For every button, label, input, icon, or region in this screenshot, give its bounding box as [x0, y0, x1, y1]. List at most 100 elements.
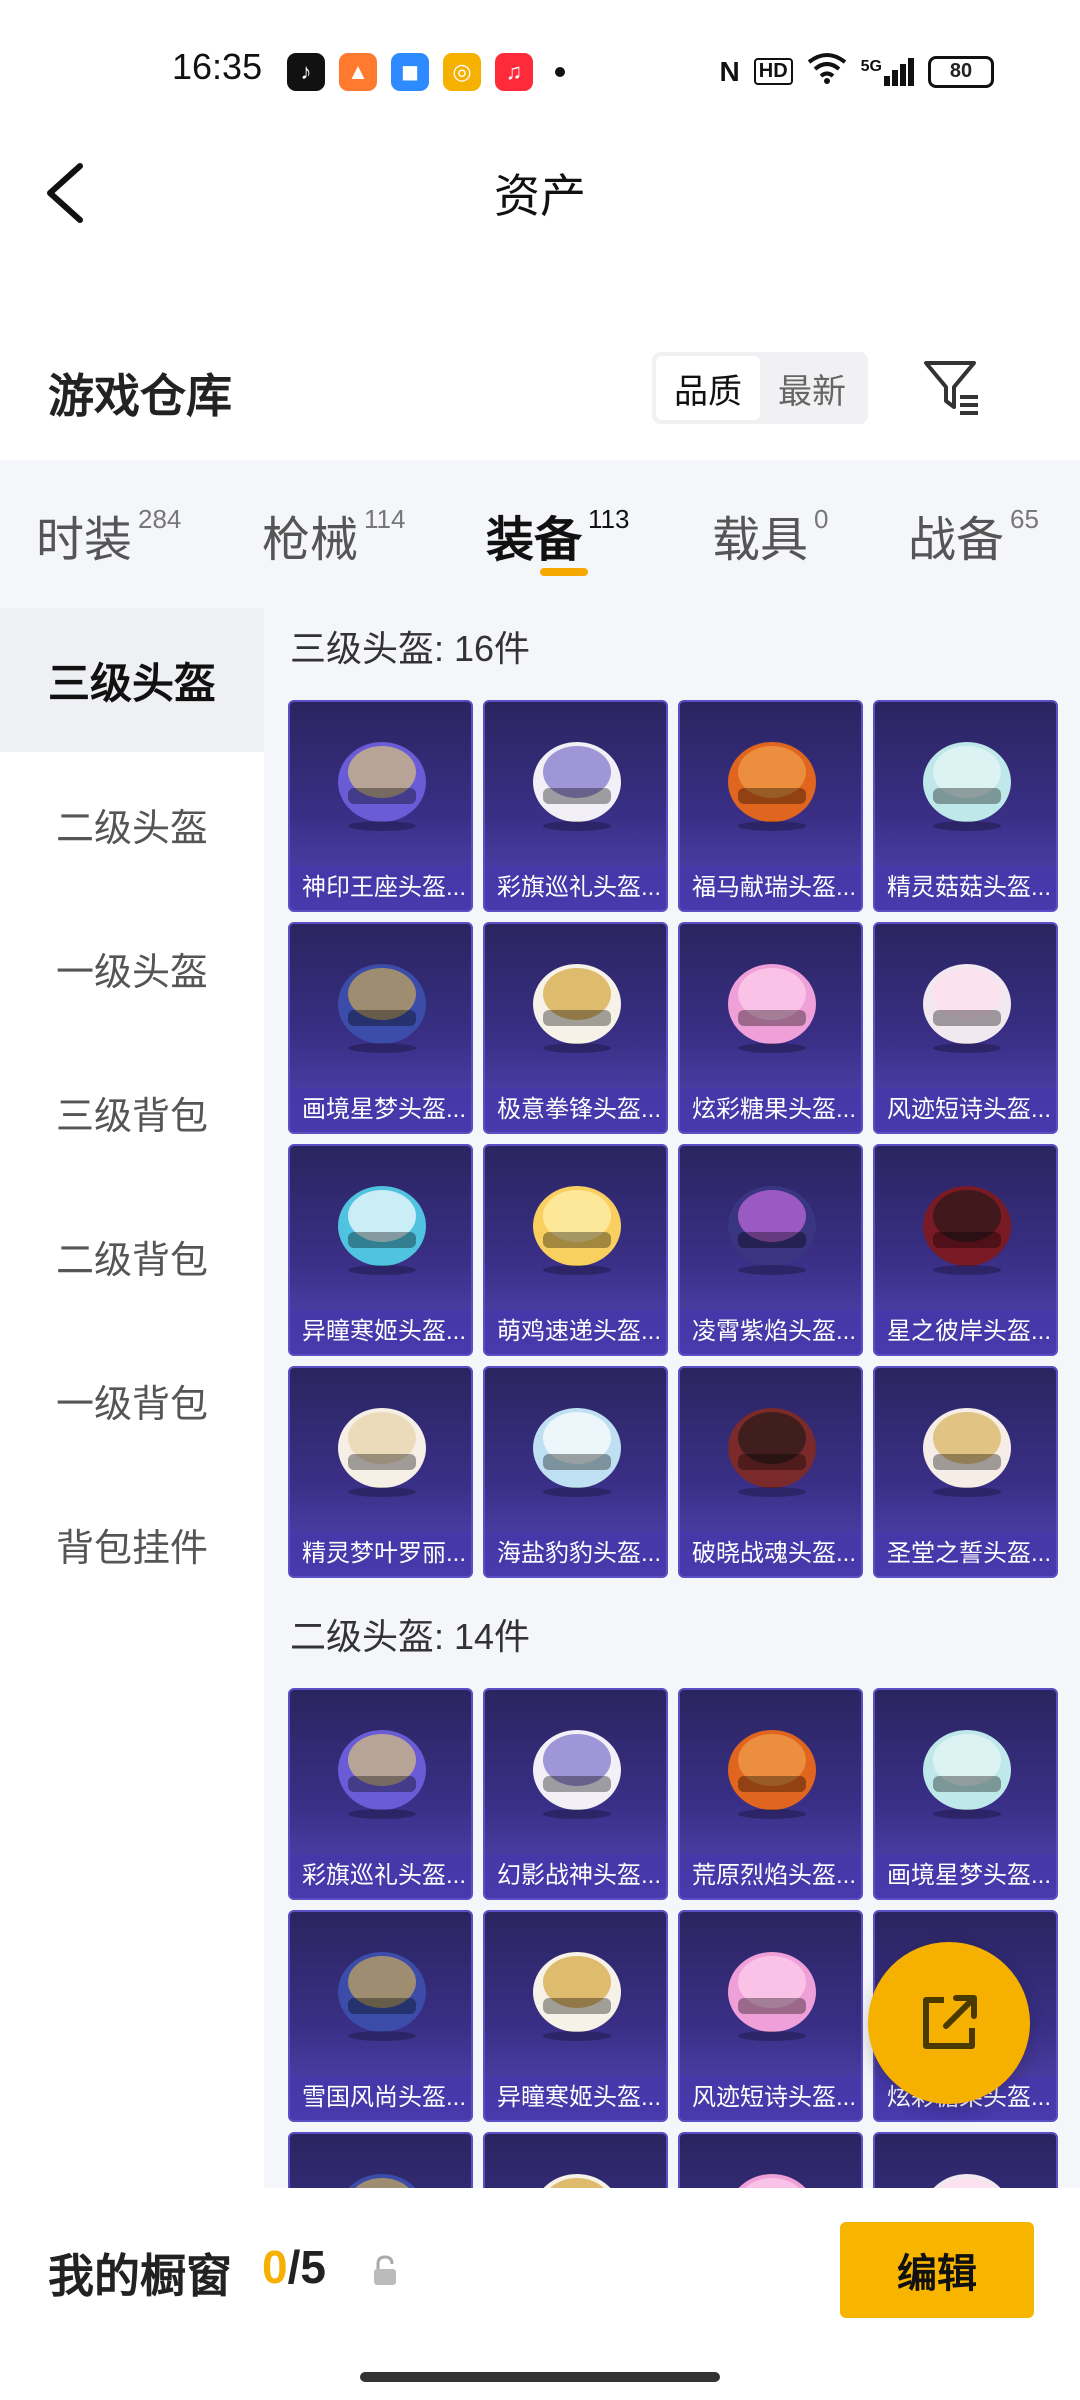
item-name: 彩旗巡礼头盔...: [485, 866, 666, 910]
active-tab-indicator: [540, 568, 588, 576]
item-name: 精灵梦叶罗丽...: [290, 1532, 471, 1576]
tab-count: 0: [814, 504, 829, 534]
wifi-icon: [807, 52, 847, 91]
helmet-image: [338, 1730, 426, 1819]
tab-label: 时装: [36, 514, 133, 567]
share-icon: [923, 1995, 977, 2049]
item-name: 精灵菇菇头盔...: [875, 866, 1056, 910]
item-card[interactable]: 星之彼岸头盔...: [873, 1144, 1058, 1356]
item-name: 彩旗巡礼头盔...: [290, 1854, 471, 1898]
item-card[interactable]: 画境星梦头盔...: [288, 922, 473, 1134]
section-title: 三级头盔: 16件: [290, 628, 531, 669]
item-card[interactable]: 幻影战神头盔...: [483, 1688, 668, 1900]
sidebar-item[interactable]: 二级背包: [0, 1184, 264, 1328]
item-card[interactable]: 异瞳寒姬头盔...: [288, 1144, 473, 1356]
lock-icon: [374, 2255, 396, 2285]
network-label: 5G: [860, 57, 882, 75]
item-card[interactable]: 凌霄紫焰头盔...: [678, 1144, 863, 1356]
sidebar-item[interactable]: 一级背包: [0, 1328, 264, 1472]
item-card[interactable]: 海盐豹豹头盔...: [483, 1366, 668, 1578]
item-name: 幻影战神头盔...: [485, 1854, 666, 1898]
item-name: 异瞳寒姬头盔...: [290, 1310, 471, 1354]
showcase-count: 0/5: [262, 2240, 326, 2294]
sort-latest[interactable]: 最新: [760, 356, 864, 420]
showcase-total: /5: [287, 2241, 326, 2293]
item-name: 炫彩糖果头盔...: [680, 1088, 861, 1132]
coin-icon: ◎: [443, 53, 481, 91]
item-card[interactable]: 雪国风尚头盔...: [288, 1910, 473, 2122]
sort-quality[interactable]: 品质: [656, 356, 760, 420]
nfc-icon: N: [719, 55, 740, 87]
music-icon: ♫: [495, 53, 533, 91]
item-name: 海盐豹豹头盔...: [485, 1532, 666, 1576]
tab-count: 65: [1010, 504, 1039, 534]
helmet-image: [738, 2174, 806, 2188]
tab-label: 枪械: [262, 514, 359, 567]
tab-equipment[interactable]: 装备 113: [486, 500, 629, 570]
item-card[interactable]: 精灵梦叶罗丽...: [288, 1366, 473, 1578]
item-card[interactable]: 彩旗巡礼头盔...: [288, 1688, 473, 1900]
item-name: 画境星梦头盔...: [875, 1854, 1056, 1898]
item-card[interactable]: 风迹短诗头盔...: [678, 1910, 863, 2122]
item-card-partial[interactable]: [873, 2132, 1058, 2188]
item-card-partial[interactable]: [288, 2132, 473, 2188]
cloud-icon: ◼: [391, 53, 429, 91]
item-grid: 彩旗巡礼头盔... 幻影战神头盔... 荒原烈焰头盔... 画境星梦头盔... 雪国风尚…: [288, 1688, 1058, 2188]
item-card[interactable]: 画境星梦头盔...: [873, 1688, 1058, 1900]
helmet-image: [533, 1952, 621, 2041]
filter-button[interactable]: [920, 355, 984, 419]
tab-supplies[interactable]: 战备 65: [908, 500, 1039, 570]
status-indicators: N HD 5G 80: [720, 52, 994, 91]
helmet-image: [543, 2174, 611, 2188]
item-name: 风迹短诗头盔...: [875, 1088, 1056, 1132]
helmet-image: [923, 1408, 1011, 1497]
section-title: 二级头盔: 14件: [290, 1616, 531, 1657]
sidebar-item[interactable]: 三级背包: [0, 1040, 264, 1184]
item-card[interactable]: 炫彩糖果头盔...: [678, 922, 863, 1134]
home-indicator[interactable]: [360, 2372, 720, 2382]
item-grid: 神印王座头盔... 彩旗巡礼头盔... 福马献瑞头盔... 精灵菇菇头盔... 画境星梦…: [288, 700, 1058, 1578]
tab-vehicles[interactable]: 载具 0: [712, 500, 828, 570]
showcase-title: 我的橱窗: [48, 2250, 232, 2302]
helmet-image: [728, 964, 816, 1053]
item-card[interactable]: 精灵菇菇头盔...: [873, 700, 1058, 912]
item-card-partial[interactable]: [483, 2132, 668, 2188]
item-card[interactable]: 彩旗巡礼头盔...: [483, 700, 668, 912]
sidebar-filler: [0, 1616, 264, 2188]
showcase-current: 0: [262, 2241, 288, 2293]
item-card[interactable]: 风迹短诗头盔...: [873, 922, 1058, 1134]
item-name: 星之彼岸头盔...: [875, 1310, 1056, 1354]
item-card[interactable]: 神印王座头盔...: [288, 700, 473, 912]
item-card[interactable]: 萌鸡速递头盔...: [483, 1144, 668, 1356]
tab-fashion[interactable]: 时装 284: [36, 500, 181, 570]
item-card[interactable]: 极意拳锋头盔...: [483, 922, 668, 1134]
helmet-image: [533, 1730, 621, 1819]
showcase-bar: 我的橱窗 0/5 编辑: [0, 2188, 1080, 2400]
item-card-partial[interactable]: [678, 2132, 863, 2188]
sidebar-item[interactable]: 二级头盔: [0, 752, 264, 896]
item-name: 风迹短诗头盔...: [680, 2076, 861, 2120]
helmet-image: [923, 1186, 1011, 1275]
item-card[interactable]: 异瞳寒姬头盔...: [483, 1910, 668, 2122]
item-card[interactable]: 福马献瑞头盔...: [678, 700, 863, 912]
edit-button[interactable]: 编辑: [840, 2222, 1034, 2318]
item-card[interactable]: 圣堂之誓头盔...: [873, 1366, 1058, 1578]
helmet-image: [533, 1408, 621, 1497]
item-name: 神印王座头盔...: [290, 866, 471, 910]
helmet-image: [728, 742, 816, 831]
helmet-image: [338, 964, 426, 1053]
tab-label: 装备: [486, 514, 583, 567]
item-card[interactable]: 破晓战魂头盔...: [678, 1366, 863, 1578]
tab-label: 载具: [712, 514, 809, 567]
item-card[interactable]: 荒原烈焰头盔...: [678, 1688, 863, 1900]
sidebar-item[interactable]: 三级头盔: [0, 608, 264, 752]
helmet-image: [533, 964, 621, 1053]
helmet-image: [348, 2174, 416, 2188]
sidebar-item[interactable]: 一级头盔: [0, 896, 264, 1040]
item-name: 异瞳寒姬头盔...: [485, 2076, 666, 2120]
tab-label: 战备: [908, 514, 1005, 567]
filter-icon: [924, 361, 978, 415]
sidebar-item[interactable]: 背包挂件: [0, 1472, 264, 1616]
tab-guns[interactable]: 枪械 114: [262, 500, 405, 570]
share-fab-button[interactable]: [868, 1942, 1030, 2104]
